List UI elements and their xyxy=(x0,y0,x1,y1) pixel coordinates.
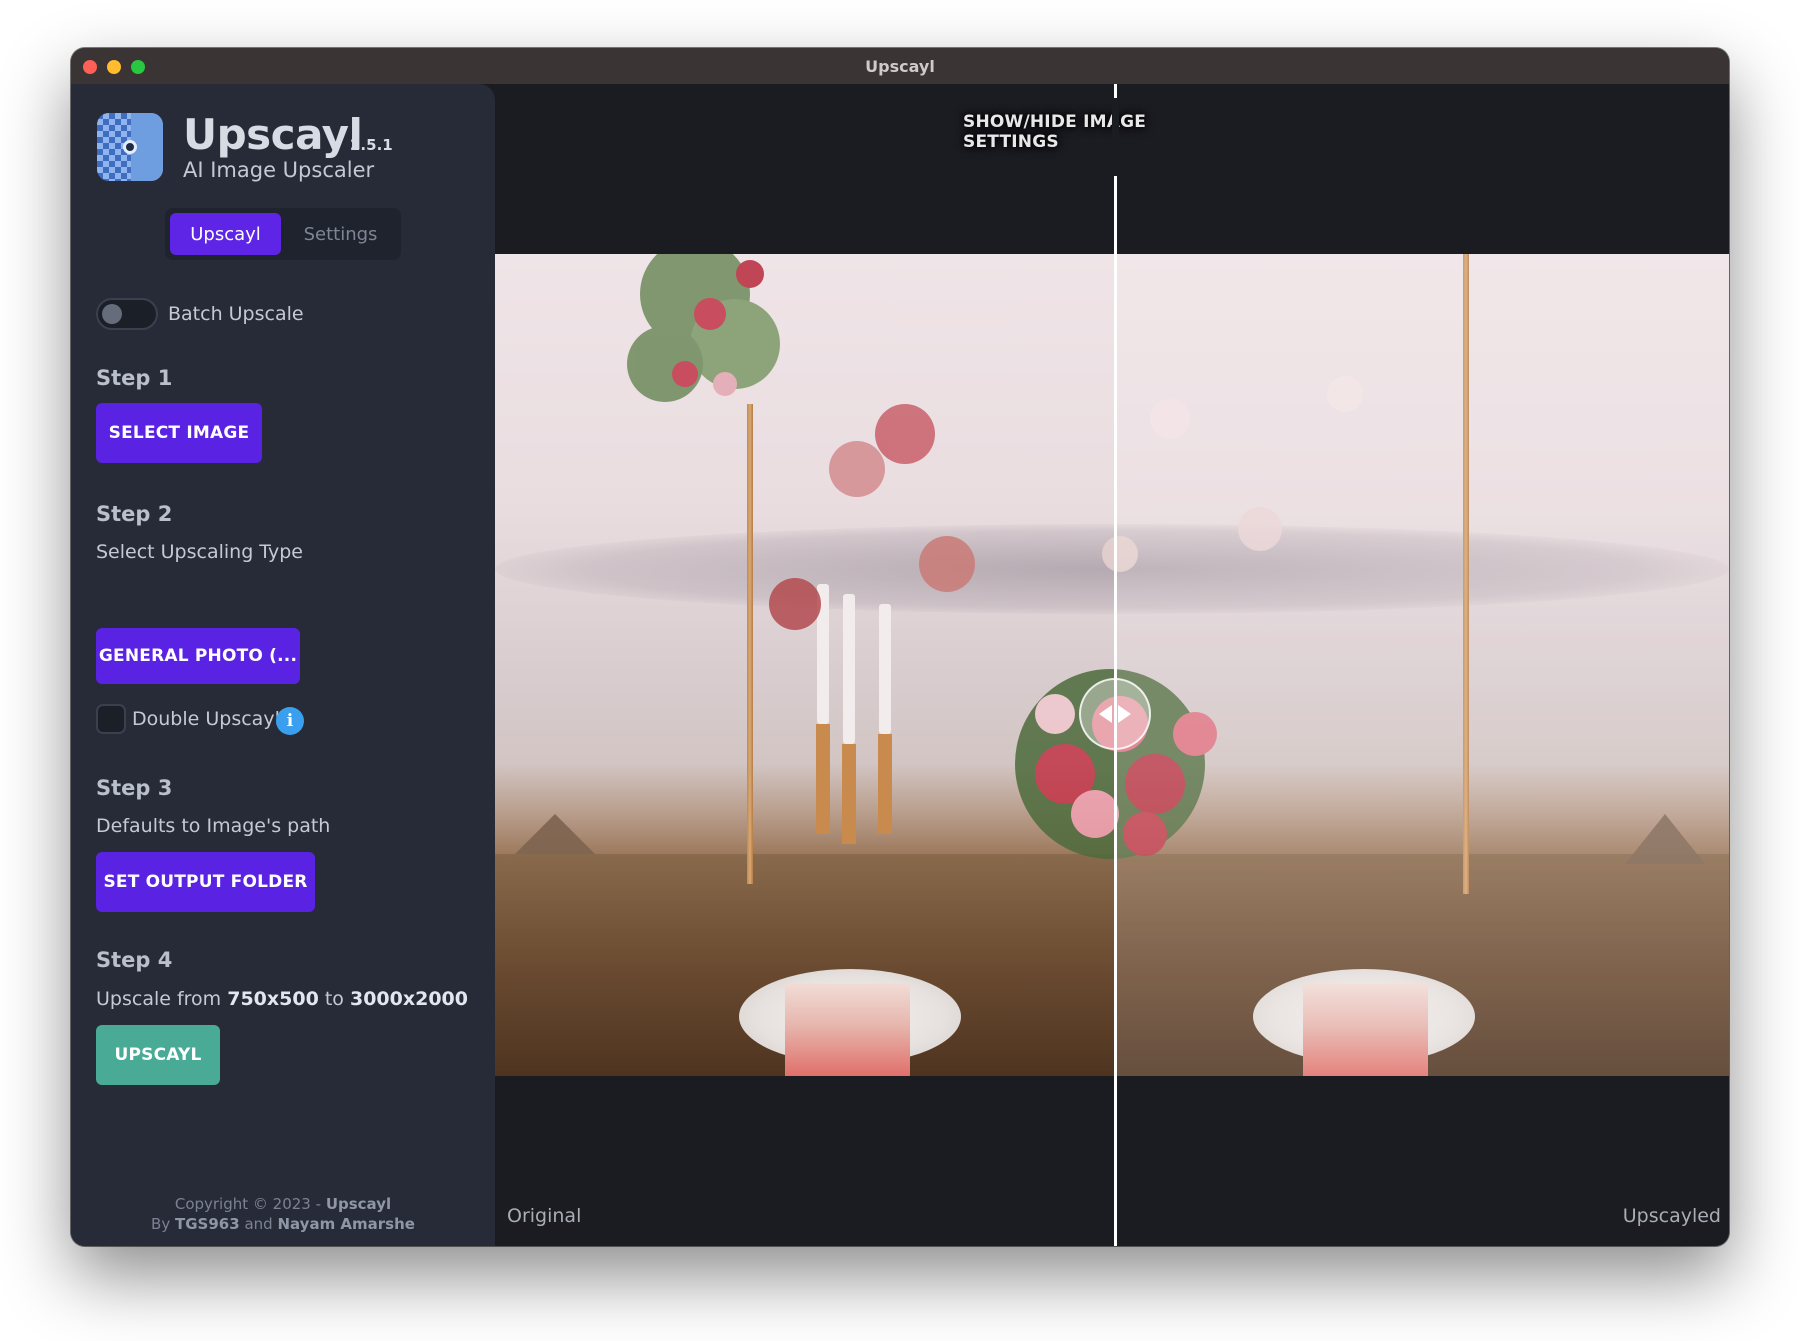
compare-slider-line[interactable] xyxy=(1114,84,1117,1246)
upscaling-type-select[interactable]: GENERAL PHOTO (... xyxy=(96,628,300,684)
app-version: 2.5.1 xyxy=(350,136,393,154)
upscale-resolution-info: Upscale from 750x500 to 3000x2000 xyxy=(96,988,468,1010)
upscale-to-text: to xyxy=(324,988,344,1010)
from-resolution: 750x500 xyxy=(227,988,319,1010)
author-nayam-link[interactable]: Nayam Amarshe xyxy=(277,1215,415,1233)
show-hide-image-settings-button[interactable]: SHOW/HIDE IMAGE SETTINGS xyxy=(963,112,1219,152)
slider-line-gap xyxy=(1112,98,1119,176)
sidebar: Upscayl 2.5.1 AI Image Upscaler Upscayl … xyxy=(71,84,495,1246)
copyright-line: Copyright © 2023 - Upscayl xyxy=(71,1194,495,1214)
app-name: Upscayl xyxy=(183,110,363,159)
logo-center-dot xyxy=(123,140,137,154)
to-resolution: 3000x2000 xyxy=(349,988,469,1010)
info-icon[interactable]: i xyxy=(276,707,304,735)
app-subtitle: AI Image Upscaler xyxy=(183,158,375,182)
tab-upscayl[interactable]: Upscayl xyxy=(170,213,281,255)
upscale-from-text: Upscale from xyxy=(96,988,222,1010)
step2-description: Select Upscaling Type xyxy=(96,541,303,563)
upscaled-side-overlay xyxy=(1114,254,1729,1076)
step2-title: Step 2 xyxy=(96,502,173,526)
author-tgs963-link[interactable]: TGS963 xyxy=(175,1215,240,1233)
title-bar: Upscayl xyxy=(71,48,1729,84)
arrow-right-icon xyxy=(1118,705,1131,723)
upscayl-button[interactable]: UPSCAYL xyxy=(96,1025,220,1085)
set-output-folder-button[interactable]: SET OUTPUT FOLDER xyxy=(96,852,315,912)
batch-upscale-toggle[interactable] xyxy=(96,298,158,330)
window-title: Upscayl xyxy=(865,56,935,76)
maximize-window-button[interactable] xyxy=(131,60,145,74)
tab-settings[interactable]: Settings xyxy=(285,213,396,255)
batch-upscale-label: Batch Upscale xyxy=(168,303,304,325)
app-window: Upscayl Upscayl 2.5.1 AI Image Upscaler … xyxy=(71,48,1729,1246)
step3-description: Defaults to Image's path xyxy=(96,815,331,837)
copyright-text: Copyright © 2023 - xyxy=(174,1195,322,1213)
preview-image xyxy=(495,254,1729,1076)
copyright-link[interactable]: Upscayl xyxy=(326,1195,391,1213)
and-text: and xyxy=(244,1215,273,1233)
compare-slider-arrows-icon[interactable] xyxy=(1079,678,1151,750)
toggle-knob xyxy=(102,304,122,324)
original-label: Original xyxy=(501,1201,588,1231)
close-window-button[interactable] xyxy=(83,60,97,74)
image-napkin xyxy=(785,984,910,1076)
upscayled-label: Upscayled xyxy=(1616,1201,1727,1231)
step3-title: Step 3 xyxy=(96,776,173,800)
upscayl-logo-icon xyxy=(97,113,163,181)
double-upscayl-label: Double Upscayl xyxy=(132,708,280,730)
by-text: By xyxy=(151,1215,171,1233)
select-image-button[interactable]: SELECT IMAGE xyxy=(96,403,262,463)
step4-title: Step 4 xyxy=(96,948,173,972)
image-compare-viewer[interactable]: SHOW/HIDE IMAGE SETTINGS Original Upscay… xyxy=(495,84,1729,1246)
window-controls xyxy=(83,60,145,74)
double-upscayl-checkbox[interactable] xyxy=(96,704,126,734)
footer: Copyright © 2023 - Upscayl By TGS963 and… xyxy=(71,1194,495,1234)
authors-line: By TGS963 and Nayam Amarshe xyxy=(71,1214,495,1234)
sidebar-tabs: Upscayl Settings xyxy=(165,208,401,260)
minimize-window-button[interactable] xyxy=(107,60,121,74)
arrow-left-icon xyxy=(1099,705,1112,723)
step1-title: Step 1 xyxy=(96,366,173,390)
